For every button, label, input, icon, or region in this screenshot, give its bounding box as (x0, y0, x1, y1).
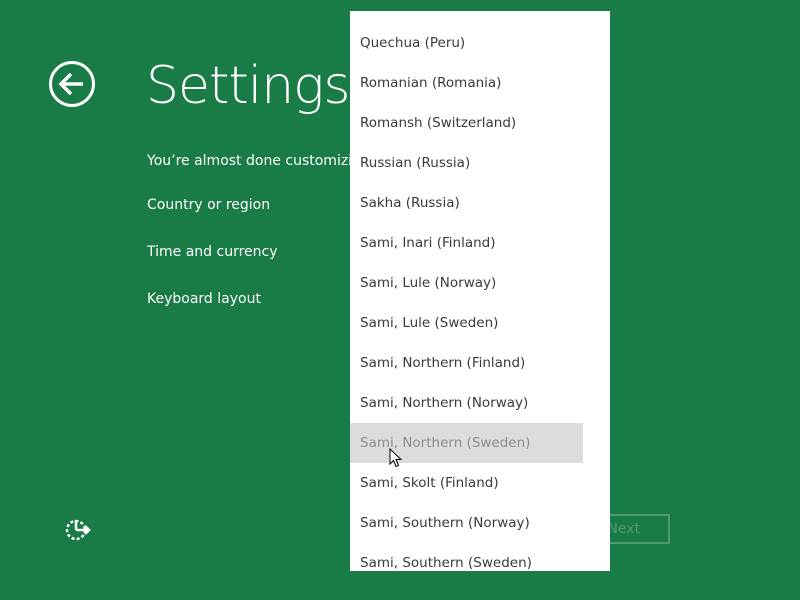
setting-keyboard-layout[interactable]: Keyboard layout (147, 290, 261, 308)
intro-text: You’re almost done customizing (147, 153, 357, 169)
dropdown-item-hovered[interactable]: Sami, Northern (Sweden) (350, 423, 583, 463)
dropdown-item[interactable]: Sami, Inari (Finland) (350, 223, 583, 263)
dropdown-item[interactable]: Romanian (Romania) (350, 63, 583, 103)
language-dropdown-list[interactable]: Quechua (Peru) Romanian (Romania) Romans… (350, 11, 610, 571)
dropdown-item[interactable]: Sami, Northern (Norway) (350, 383, 583, 423)
dropdown-item[interactable]: Sami, Southern (Norway) (350, 503, 583, 543)
dropdown-item[interactable]: Romansh (Switzerland) (350, 103, 583, 143)
dropdown-item[interactable]: Russian (Russia) (350, 143, 583, 183)
dropdown-item[interactable]: Sakha (Russia) (350, 183, 583, 223)
dropdown-item[interactable]: Sami, Lule (Sweden) (350, 303, 583, 343)
ease-of-access-icon (65, 519, 91, 541)
dropdown-item[interactable]: Quechua (Peru) (350, 23, 583, 63)
dropdown-item[interactable]: Sami, Skolt (Finland) (350, 463, 583, 503)
setting-country-or-region[interactable]: Country or region (147, 196, 270, 214)
dropdown-item[interactable]: Sami, Lule (Norway) (350, 263, 583, 303)
back-button[interactable] (48, 60, 96, 108)
ease-of-access-button[interactable] (64, 516, 92, 544)
setting-time-and-currency[interactable]: Time and currency (147, 243, 278, 261)
dropdown-item[interactable]: Sami, Southern (Sweden) (350, 543, 583, 571)
dropdown-item[interactable]: Sami, Northern (Finland) (350, 343, 583, 383)
page-title: Settings (146, 56, 350, 116)
back-arrow-icon (49, 61, 95, 107)
